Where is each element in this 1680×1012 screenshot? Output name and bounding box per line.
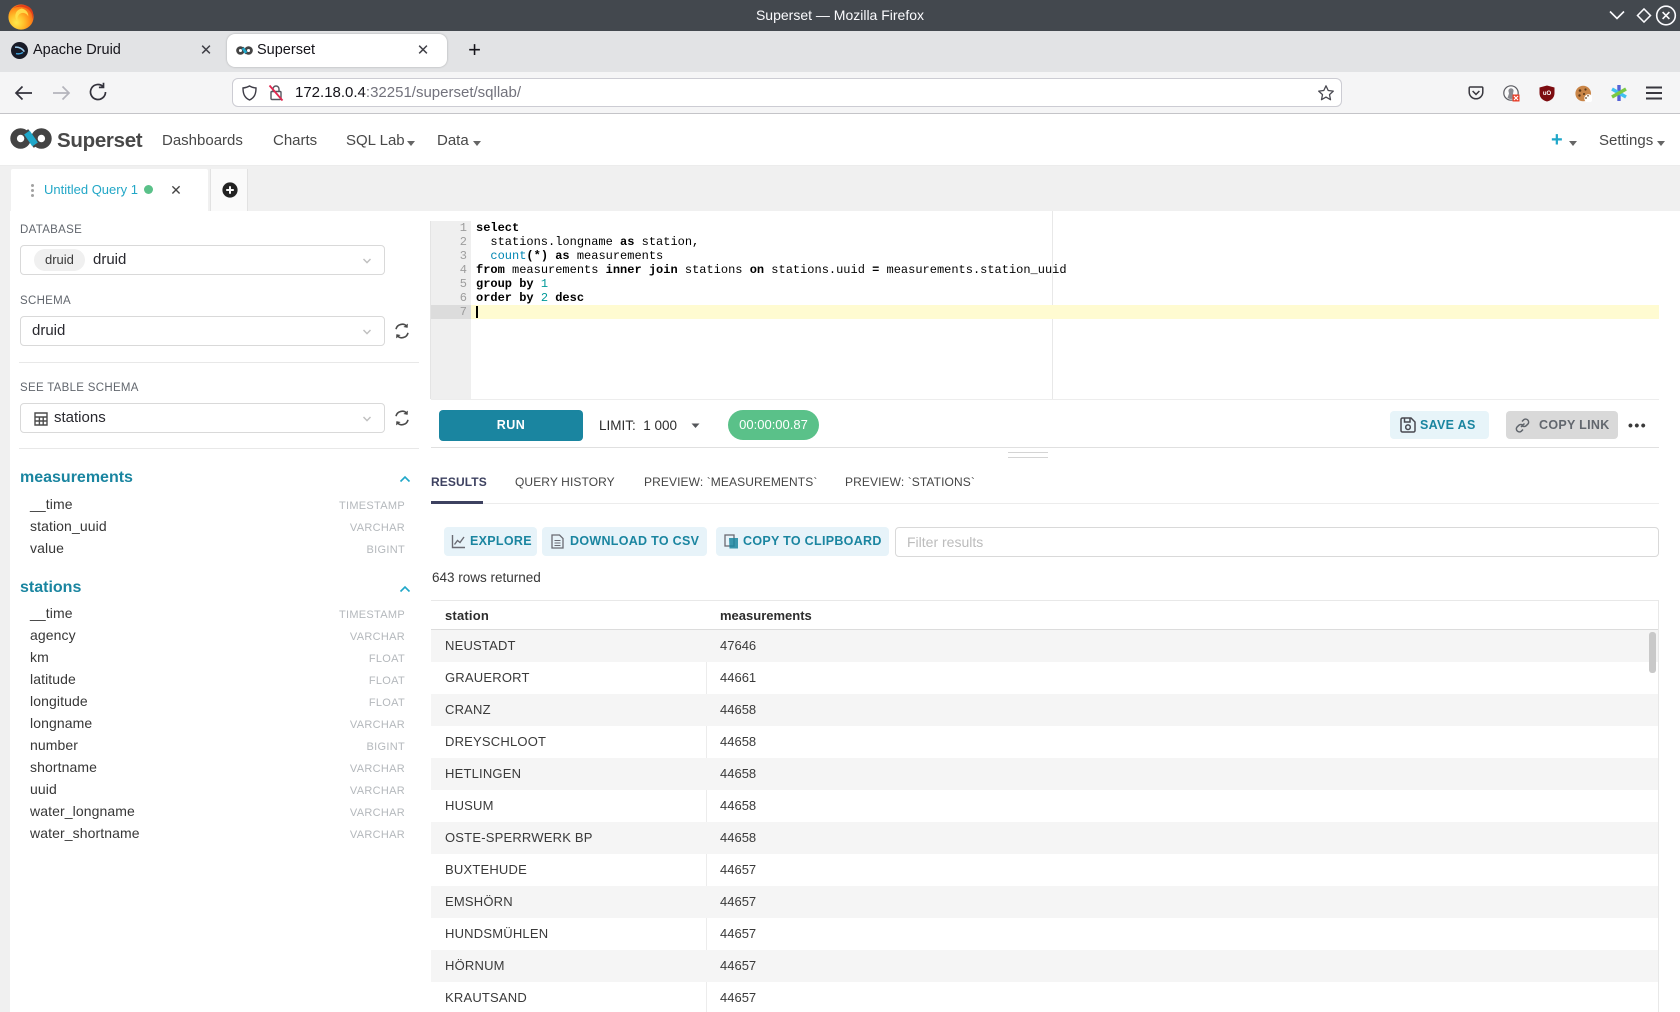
svg-text:uO: uO — [1543, 91, 1552, 97]
